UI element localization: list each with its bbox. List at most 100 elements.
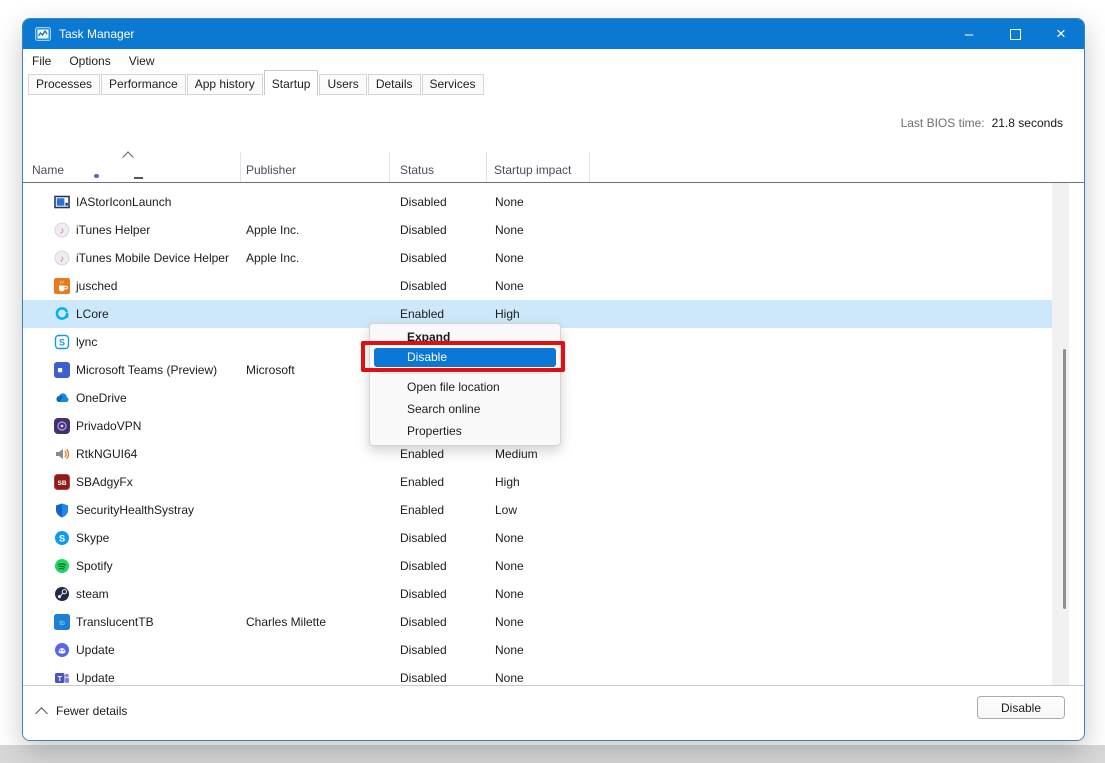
lync-icon: S [54,334,70,350]
table-row[interactable]: SecurityHealthSystray Enabled Low [23,496,1057,524]
table-row[interactable]: steam Disabled None [23,580,1057,608]
clipped-row-fragment [94,174,99,178]
table-row[interactable]: ♪ iTunes Helper Apple Inc. Disabled None [23,216,1057,244]
row-name: Spotify [76,559,113,573]
column-divider[interactable] [240,152,241,182]
row-name: RtkNGUI64 [76,447,138,461]
maximize-icon [1009,28,1021,40]
row-name: Update [76,671,115,685]
teams-icon [54,362,70,378]
row-publisher: Microsoft [246,363,295,377]
row-name: PrivadoVPN [76,419,142,433]
table-row[interactable]: SB SBAdgyFx Enabled High [23,468,1057,496]
row-name: lync [76,335,98,349]
scrollbar-track[interactable] [1052,183,1069,687]
row-impact: None [495,251,524,265]
row-name: TranslucentTB [76,615,154,629]
svg-text:♪: ♪ [60,225,65,235]
window-controls: – × [946,19,1084,49]
svg-text:T: T [58,676,63,683]
row-status: Disabled [400,559,447,573]
table-row[interactable]: jusched Disabled None [23,272,1057,300]
skype-icon: S [54,530,70,546]
table-row[interactable]: ♪ iTunes Mobile Device Helper Apple Inc. Di… [23,244,1057,272]
table-row[interactable]: T Update Disabled None [23,664,1057,687]
minimize-icon: – [964,25,974,43]
table-row[interactable]: IAStorIconLaunch Disabled None [23,188,1057,216]
context-menu-item-search-online[interactable]: Search online [374,399,556,419]
tab-processes[interactable]: Processes [28,74,101,95]
desktop-background [0,745,1105,763]
window-title: Task Manager [59,27,135,41]
sb-icon: SB [54,474,70,490]
footer-bar: Fewer details Disable [23,685,1084,740]
menu-file[interactable]: File [32,54,60,68]
menu-options[interactable]: Options [60,54,119,68]
tab-startup[interactable]: Startup [263,70,319,95]
row-name: iTunes Helper [76,223,151,237]
column-divider[interactable] [486,152,487,182]
row-name: LCore [76,307,109,321]
table-row[interactable]: S Skype Disabled None [23,524,1057,552]
row-status: Disabled [400,643,447,657]
row-status: Disabled [400,251,447,265]
row-impact: High [495,475,520,489]
row-name: iTunes Mobile Device Helper [76,251,229,265]
row-impact: High [495,307,520,321]
column-header-name[interactable]: Name [32,163,64,177]
minimize-button[interactable]: – [946,19,992,49]
last-bios-time: Last BIOS time: 21.8 seconds [901,116,1063,130]
maximize-button[interactable] [992,19,1038,49]
tab-app-history[interactable]: App history [186,74,263,95]
row-impact: None [495,615,524,629]
svg-text:S: S [59,534,65,545]
row-impact: None [495,671,524,685]
row-name: jusched [76,279,118,293]
row-impact: None [495,195,524,209]
row-impact: None [495,279,524,293]
column-header-startup-impact[interactable]: Startup impact [494,163,571,177]
row-status: Disabled [400,223,447,237]
disable-button[interactable]: Disable [977,696,1065,719]
itunes-icon: ♪ [54,250,70,266]
chevron-up-icon [35,706,48,720]
column-header-publisher[interactable]: Publisher [246,163,296,177]
logitech-icon [54,306,70,322]
close-button[interactable]: × [1038,19,1084,49]
tab-performance[interactable]: Performance [101,74,186,95]
svg-text:tb: tb [59,620,65,627]
row-status: Enabled [400,447,445,461]
svg-text:S: S [59,338,65,348]
itunes-icon: ♪ [54,222,70,238]
column-divider[interactable] [589,152,590,182]
row-impact: None [495,531,524,545]
table-row[interactable]: Spotify Disabled None [23,552,1057,580]
titlebar[interactable]: Task Manager – × [23,19,1084,49]
table-row[interactable]: tb TranslucentTB Charles Milette Disabled No… [23,608,1057,636]
row-impact: None [495,223,524,237]
menu-view[interactable]: View [120,54,164,68]
tab-details[interactable]: Details [367,74,421,95]
column-divider[interactable] [389,152,390,182]
row-impact: Medium [495,447,538,461]
row-status: Disabled [400,279,447,293]
scrollbar-thumb[interactable] [1063,349,1066,609]
row-status: Disabled [400,671,447,685]
row-publisher: Charles Milette [246,615,327,629]
fewer-details-label: Fewer details [56,704,128,718]
table-row[interactable]: Update Disabled None [23,636,1057,664]
fewer-details-toggle[interactable]: Fewer details [35,700,128,722]
onedrive-icon [54,390,70,406]
tab-services[interactable]: Services [421,74,484,95]
context-menu-item-open-file-location[interactable]: Open file location [374,377,556,397]
row-impact: None [495,587,524,601]
column-header-status[interactable]: Status [400,163,434,177]
sort-ascending-icon [122,151,134,163]
context-menu-item-properties[interactable]: Properties [374,421,556,441]
privado-icon [54,418,70,434]
row-name: OneDrive [76,391,127,405]
tab-users[interactable]: Users [319,74,367,95]
row-name: Microsoft Teams (Preview) [76,363,218,377]
last-bios-value: 21.8 seconds [991,116,1063,130]
annotation-highlight-box [361,341,565,372]
